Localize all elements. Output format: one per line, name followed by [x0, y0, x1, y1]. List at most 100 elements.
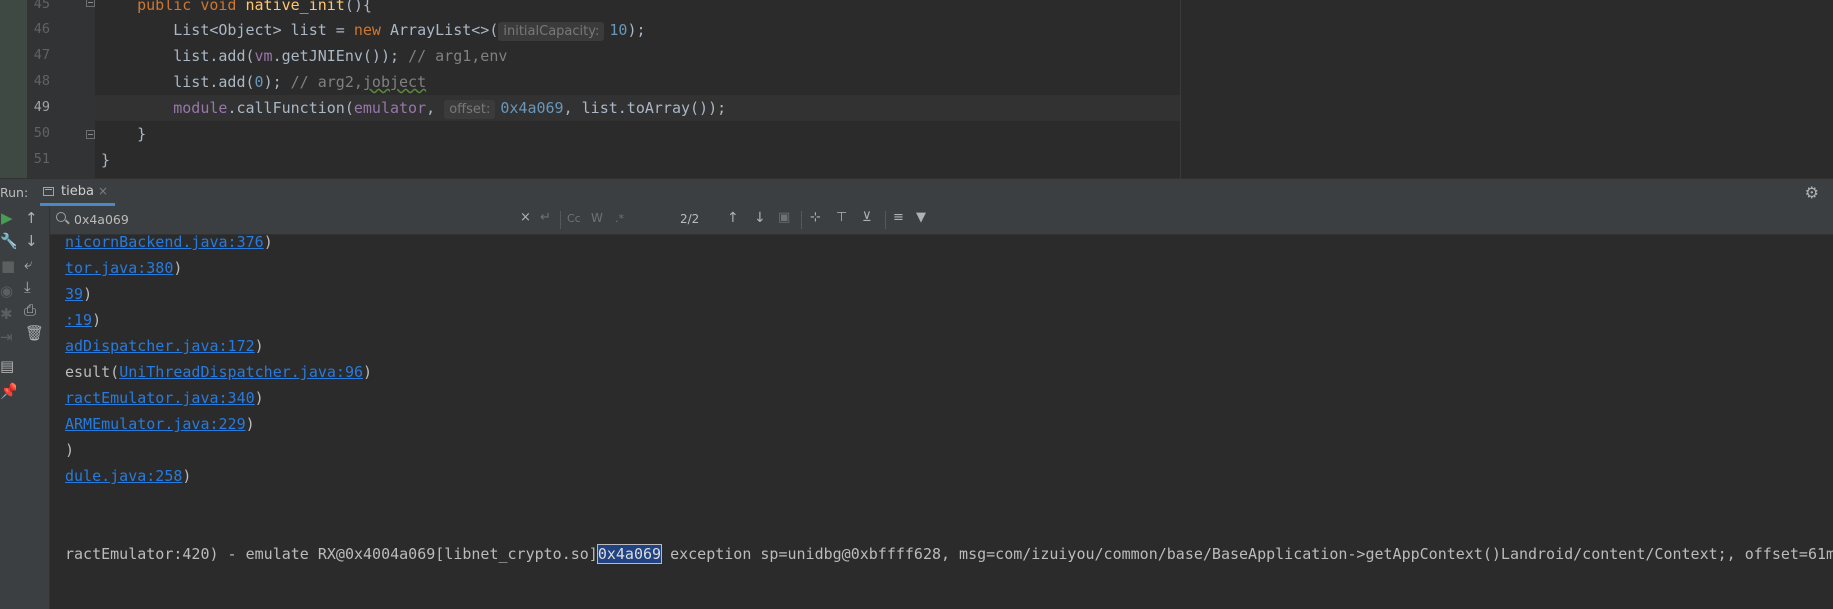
- stack-trace-link[interactable]: 39: [65, 285, 83, 303]
- console-text: ): [65, 441, 75, 459]
- code-token: 0x4a069: [500, 99, 564, 117]
- stack-trace-link[interactable]: :19: [65, 311, 92, 329]
- vcs-change-marker: [0, 0, 27, 178]
- search-match-highlight: 0x4a069: [596, 544, 663, 564]
- code-token: new: [353, 21, 390, 39]
- code-line[interactable]: }: [101, 121, 146, 147]
- exit-icon[interactable]: ⇥: [0, 329, 13, 345]
- console-icon: [43, 187, 54, 196]
- line-number: 46: [33, 21, 50, 37]
- line-number: 49: [33, 99, 50, 115]
- console-line: tor.java:380): [65, 255, 182, 281]
- remove-occurrence-icon[interactable]: ⊤: [836, 210, 847, 225]
- stop-icon[interactable]: ■: [1, 258, 15, 274]
- code-token: 10: [609, 21, 628, 39]
- console-text: ): [254, 337, 264, 355]
- line-number: 47: [33, 47, 50, 63]
- code-token: (){: [344, 0, 372, 14]
- line-number: 50: [33, 125, 50, 141]
- stack-trace-link[interactable]: tor.java:380: [65, 259, 173, 277]
- code-line[interactable]: }: [101, 147, 110, 173]
- console-line: ractEmulator:420) - emulate RX@0x4004a06…: [65, 541, 1833, 567]
- match-case-icon[interactable]: Cc: [567, 212, 581, 225]
- run-tab-label: tieba: [61, 184, 94, 199]
- code-token: // arg1,env: [408, 47, 508, 65]
- search-icon[interactable]: [56, 212, 66, 222]
- console-line: nicornBackend.java:376): [65, 235, 273, 255]
- trash-icon[interactable]: 🗑: [25, 325, 44, 341]
- console-text: esult(: [65, 363, 120, 381]
- code-token: }: [101, 125, 147, 143]
- layout-icon[interactable]: ▤: [0, 358, 14, 374]
- run-actions-toolbar: ▶ 🔧 ■ ◉ ✱ ⇥ ▤ 📌: [0, 206, 19, 609]
- code-editor[interactable]: public void native_init(){ List<Object> …: [0, 0, 1833, 178]
- line-number: 45: [33, 0, 50, 12]
- console-text: exception sp=unidbg@0xbffff628, msg=com/…: [661, 545, 1833, 563]
- new-line-icon[interactable]: ↵: [540, 210, 551, 225]
- code-line[interactable]: List<Object> list = new ArrayList<>(init…: [101, 17, 646, 43]
- line-number: 51: [33, 151, 50, 167]
- rerun-icon[interactable]: ▶: [1, 210, 13, 226]
- console-text: ): [173, 259, 183, 277]
- console-text: ): [363, 363, 373, 381]
- code-token: );: [263, 73, 291, 91]
- code-token: .callFunction(: [227, 99, 354, 117]
- debug-icon[interactable]: ✱: [0, 306, 13, 322]
- close-tab-icon[interactable]: ×: [98, 184, 108, 198]
- select-all-matches-icon[interactable]: ⊻: [862, 210, 872, 225]
- fold-method-icon[interactable]: [86, 0, 95, 7]
- code-line[interactable]: list.add(0); // arg2,jobject: [101, 69, 426, 95]
- console-text: ): [182, 467, 192, 485]
- add-occurrence-icon[interactable]: ⊹: [810, 210, 821, 225]
- filter-icon[interactable]: ▼: [916, 210, 926, 225]
- code-line[interactable]: public void native_init(){: [101, 0, 372, 18]
- code-token: list.add(: [101, 73, 255, 91]
- stack-trace-link[interactable]: adDispatcher.java:172: [65, 337, 255, 355]
- parameter-hint: initialCapacity:: [498, 22, 605, 41]
- console-text: ): [92, 311, 102, 329]
- up-arrow-icon[interactable]: ↑: [25, 210, 38, 226]
- code-token: ,: [426, 99, 445, 117]
- tab-tieba[interactable]: tieba ×: [40, 179, 115, 206]
- code-token: emulator: [353, 99, 427, 117]
- stack-trace-link[interactable]: UniThreadDispatcher.java:96: [119, 363, 363, 381]
- settings-gear-icon[interactable]: ⚙: [1805, 183, 1819, 202]
- console-line: :19): [65, 307, 101, 333]
- console-line: ARMEmulator.java:229): [65, 411, 255, 437]
- stack-trace-link[interactable]: ARMEmulator.java:229: [65, 415, 246, 433]
- console-output[interactable]: nicornBackend.java:376) tor.java:380) 39):…: [50, 235, 1833, 609]
- search-input[interactable]: [74, 210, 544, 229]
- stack-trace-link[interactable]: ractEmulator.java:340: [65, 389, 255, 407]
- console-line: esult(UniThreadDispatcher.java:96): [65, 359, 372, 385]
- code-line[interactable]: list.add(vm.getJNIEnv()); // arg1,env: [101, 43, 507, 69]
- console-line: ): [65, 437, 74, 463]
- whole-words-icon[interactable]: W: [591, 211, 603, 225]
- stack-trace-link[interactable]: dule.java:258: [65, 467, 182, 485]
- right-margin-guide: [1180, 0, 1181, 178]
- stack-trace-link[interactable]: nicornBackend.java:376: [65, 235, 264, 251]
- regex-icon[interactable]: .*: [615, 212, 624, 225]
- align-icon[interactable]: ≡: [893, 210, 904, 225]
- code-token: , list.toArray());: [563, 99, 727, 117]
- run-label: Run:: [0, 185, 29, 200]
- camera-icon[interactable]: ◉: [0, 283, 13, 299]
- code-line[interactable]: module.callFunction(emulator, offset: 0x4…: [101, 95, 726, 121]
- code-token: }: [101, 151, 111, 169]
- console-text: ractEmulator:420) - emulate RX@0x4004a06…: [65, 545, 598, 563]
- down-arrow-icon[interactable]: ↓: [25, 233, 38, 249]
- scroll-to-end-icon[interactable]: ⤓: [24, 279, 31, 295]
- code-token: );: [627, 21, 646, 39]
- fold-method-end-icon[interactable]: [86, 130, 95, 139]
- print-icon[interactable]: ⎙: [24, 302, 36, 318]
- clear-search-icon[interactable]: ×: [520, 210, 531, 225]
- previous-occurrence-icon[interactable]: ↑: [727, 210, 739, 226]
- next-occurrence-icon[interactable]: ↓: [754, 210, 766, 226]
- run-tool-window-header: Run: tieba × ⚙: [0, 178, 1833, 206]
- code-token: public: [137, 0, 201, 14]
- console-search-bar: × ↵ Cc W .* 2/2 ↑ ↓ ▣ ⊹ ⊤ ⊻ ≡ ▼: [50, 206, 1833, 235]
- soft-wrap-icon[interactable]: ⤶: [24, 256, 32, 272]
- select-all-occurrences-icon[interactable]: ▣: [778, 210, 790, 225]
- code-token: vm: [254, 47, 273, 65]
